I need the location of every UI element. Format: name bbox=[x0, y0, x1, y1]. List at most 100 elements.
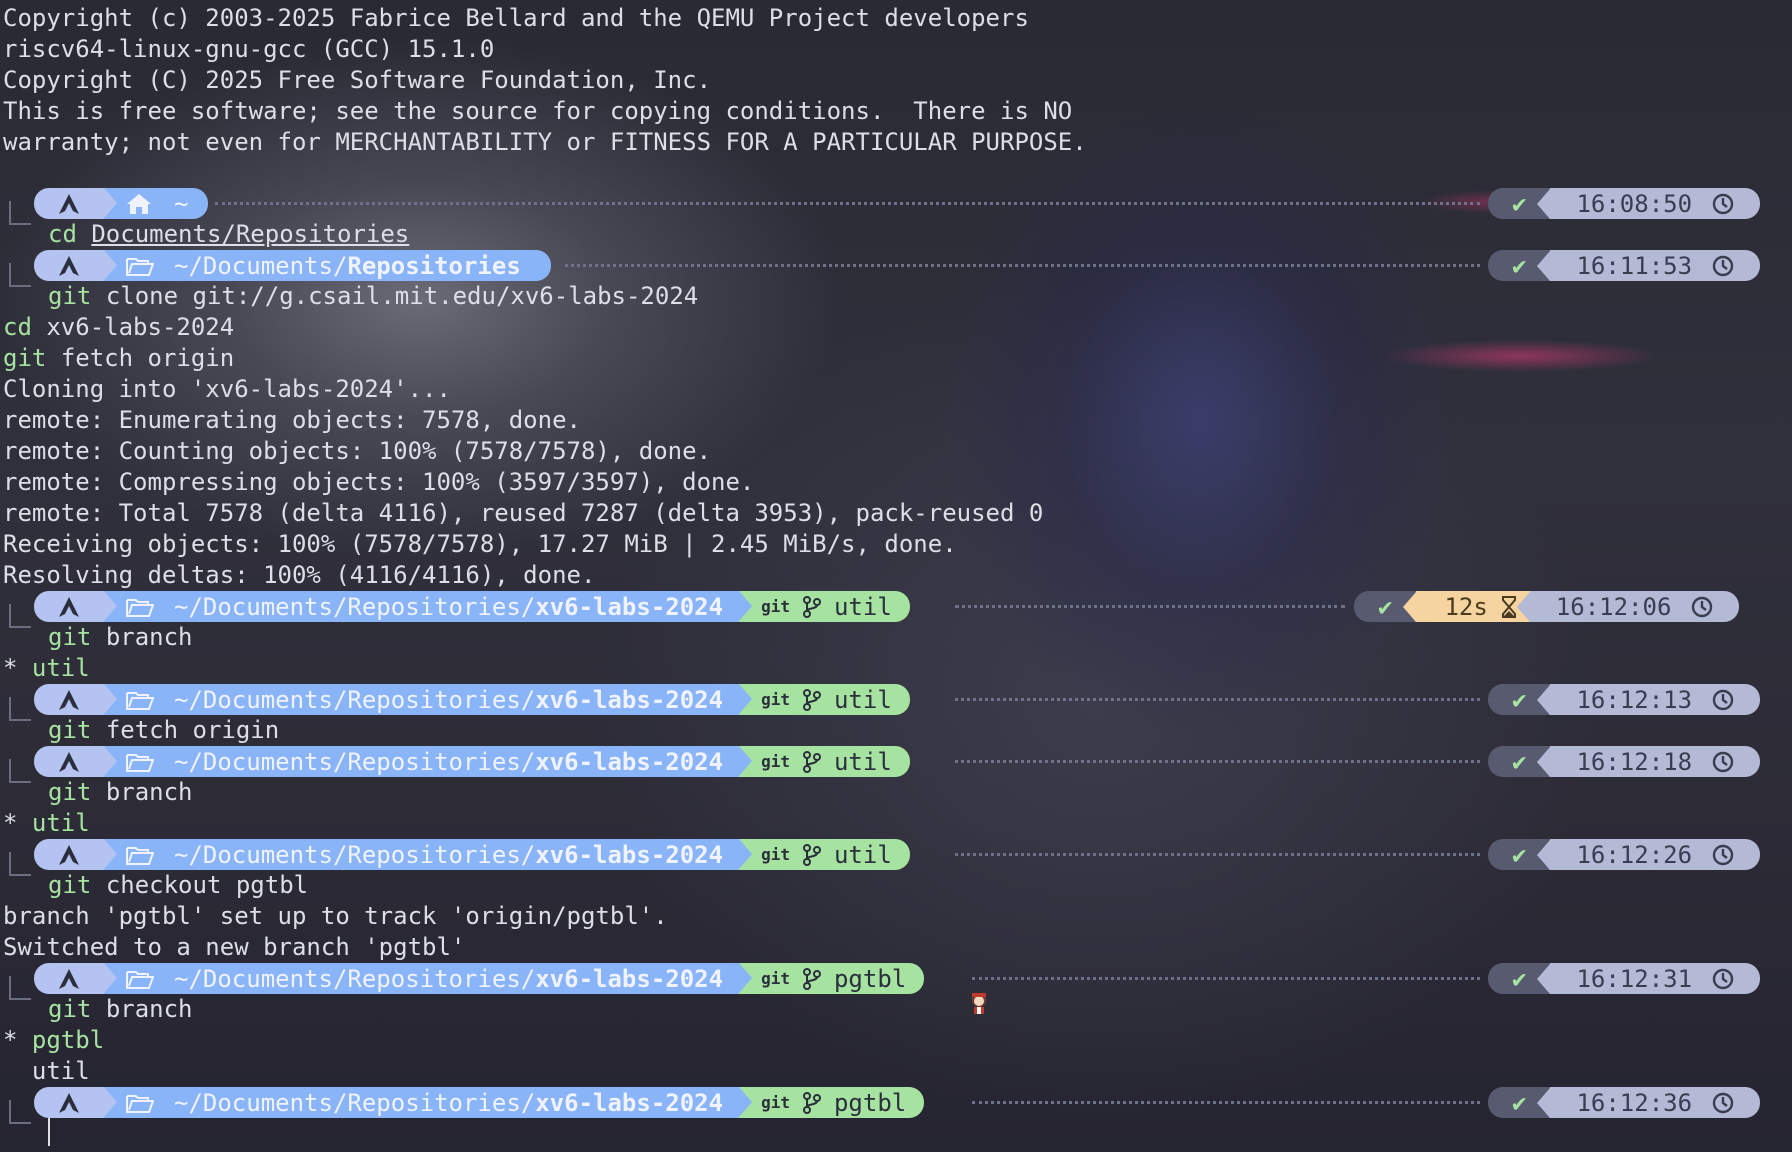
right-prompt: ✔ 12s 16:12:06 bbox=[1354, 591, 1740, 622]
arch-logo-icon bbox=[58, 255, 80, 277]
directory-current: xv6-labs-2024 bbox=[535, 840, 724, 869]
output-line: Copyright (c) 2003-2025 Fabrice Bellard … bbox=[3, 4, 1029, 32]
directory-segment: ~/Documents/Repositories bbox=[104, 250, 551, 281]
git-label: git bbox=[761, 969, 790, 988]
arch-logo-icon bbox=[58, 751, 80, 773]
prompt-filler bbox=[972, 1101, 1480, 1106]
prompt-bar: ~/Documents/Repositories bbox=[34, 250, 551, 281]
timestamp: 16:12:18 bbox=[1576, 747, 1693, 776]
directory-segment: ~/Documents/Repositories/xv6-labs-2024 bbox=[104, 684, 753, 715]
prompt-bar: ~/Documents/Repositories/xv6-labs-2024 g… bbox=[34, 963, 925, 994]
prompt-connector bbox=[9, 201, 31, 225]
command-line: git fetch origin bbox=[3, 344, 235, 372]
output-line: Copyright (C) 2025 Free Software Foundat… bbox=[3, 66, 712, 94]
directory-segment: ~/Documents/Repositories/xv6-labs-2024 bbox=[104, 746, 753, 777]
directory-current: xv6-labs-2024 bbox=[535, 964, 724, 993]
arch-logo-icon bbox=[58, 193, 80, 215]
right-prompt: ✔ 16:12:36 bbox=[1488, 1087, 1761, 1118]
prompt-bar: ~/Documents/Repositories/xv6-labs-2024 g… bbox=[34, 591, 910, 622]
output-line: * util bbox=[3, 654, 90, 682]
command-line: cd xv6-labs-2024 bbox=[3, 313, 235, 341]
directory-segment: ~/Documents/Repositories/xv6-labs-2024 bbox=[104, 839, 753, 870]
output-line: Cloning into 'xv6-labs-2024'... bbox=[3, 375, 451, 403]
directory-current: xv6-labs-2024 bbox=[535, 592, 724, 621]
command-line: cd Documents/Repositories bbox=[48, 220, 410, 248]
prompt-filler bbox=[972, 977, 1480, 982]
clock-icon bbox=[1712, 1092, 1734, 1114]
output-line: * pgtbl bbox=[3, 1026, 105, 1054]
output-line: Receiving objects: 100% (7578/7578), 17.… bbox=[3, 530, 957, 558]
command-line: git branch bbox=[48, 995, 193, 1023]
directory-path: ~/Documents/ bbox=[174, 251, 348, 280]
directory-current: Repositories bbox=[347, 251, 521, 280]
branch-icon bbox=[802, 595, 822, 618]
time-segment: 16:12:31 bbox=[1550, 963, 1761, 994]
directory-segment: ~ bbox=[104, 188, 209, 219]
output-line: remote: Counting objects: 100% (7578/757… bbox=[3, 437, 712, 465]
branch-name: util bbox=[833, 840, 892, 869]
branch-name: util bbox=[833, 747, 892, 776]
git-segment: git pgtbl bbox=[739, 1087, 925, 1118]
folder-icon bbox=[126, 752, 154, 772]
directory-path: ~/Documents/Repositories/ bbox=[174, 685, 536, 714]
time-segment: 16:12:36 bbox=[1550, 1087, 1761, 1118]
duration-segment: 12s bbox=[1416, 591, 1530, 622]
clock-icon bbox=[1712, 689, 1734, 711]
branch-name: util bbox=[833, 592, 892, 621]
right-prompt: ✔ 16:08:50 bbox=[1488, 188, 1761, 219]
git-label: git bbox=[761, 597, 790, 616]
timestamp: 16:12:26 bbox=[1576, 840, 1693, 869]
output-line: remote: Total 7578 (delta 4116), reused … bbox=[3, 499, 1044, 527]
duration: 12s bbox=[1444, 592, 1488, 621]
output-line: * util bbox=[3, 809, 90, 837]
arch-logo-icon bbox=[58, 689, 80, 711]
branch-icon bbox=[802, 967, 822, 990]
clock-icon bbox=[1712, 968, 1734, 990]
prompt-filler bbox=[955, 853, 1480, 858]
command-line: git clone git://g.csail.mit.edu/xv6-labs… bbox=[48, 282, 699, 310]
time-segment: 16:08:50 bbox=[1550, 188, 1761, 219]
prompt-connector bbox=[9, 263, 31, 287]
home-icon bbox=[126, 193, 152, 215]
directory-current: xv6-labs-2024 bbox=[535, 747, 724, 776]
clock-icon bbox=[1712, 255, 1734, 277]
branch-icon bbox=[802, 750, 822, 773]
time-segment: 16:12:18 bbox=[1550, 746, 1761, 777]
directory-segment: ~/Documents/Repositories/xv6-labs-2024 bbox=[104, 963, 753, 994]
timestamp: 16:12:13 bbox=[1576, 685, 1693, 714]
text-cursor[interactable] bbox=[48, 1118, 50, 1146]
output-line: util bbox=[31, 1057, 90, 1085]
folder-icon bbox=[126, 597, 154, 617]
timestamp: 16:12:31 bbox=[1576, 964, 1693, 993]
directory-path: ~/Documents/Repositories/ bbox=[174, 747, 536, 776]
prompt-bar: ~/Documents/Repositories/xv6-labs-2024 g… bbox=[34, 1087, 925, 1118]
terminal-window[interactable]: Copyright (c) 2003-2025 Fabrice Bellard … bbox=[0, 0, 1792, 1152]
git-label: git bbox=[761, 845, 790, 864]
git-label: git bbox=[761, 1093, 790, 1112]
prompt-bar: ~/Documents/Repositories/xv6-labs-2024 g… bbox=[34, 684, 910, 715]
directory-path: ~/Documents/Repositories/ bbox=[174, 1088, 536, 1117]
output-line: remote: Enumerating objects: 7578, done. bbox=[3, 406, 581, 434]
output-line: This is free software; see the source fo… bbox=[3, 97, 1073, 125]
timestamp: 16:08:50 bbox=[1576, 189, 1693, 218]
prompt-connector bbox=[9, 759, 31, 783]
git-segment: git util bbox=[739, 839, 910, 870]
directory-current: xv6-labs-2024 bbox=[535, 685, 724, 714]
prompt-connector bbox=[9, 604, 31, 628]
directory-segment: ~/Documents/Repositories/xv6-labs-2024 bbox=[104, 1087, 753, 1118]
prompt-filler bbox=[955, 760, 1480, 765]
git-segment: git util bbox=[739, 591, 910, 622]
git-segment: git util bbox=[739, 746, 910, 777]
prompt-filler bbox=[955, 605, 1345, 610]
clock-icon bbox=[1712, 844, 1734, 866]
folder-icon bbox=[126, 256, 154, 276]
right-prompt: ✔ 16:12:13 bbox=[1488, 684, 1761, 715]
right-prompt: ✔ 16:12:26 bbox=[1488, 839, 1761, 870]
timestamp: 16:11:53 bbox=[1576, 251, 1693, 280]
prompt-filler bbox=[215, 202, 1480, 207]
time-segment: 16:12:13 bbox=[1550, 684, 1761, 715]
branch-icon bbox=[802, 1091, 822, 1114]
prompt-filler bbox=[955, 698, 1480, 703]
directory-path: ~/Documents/Repositories/ bbox=[174, 592, 536, 621]
directory-path: ~ bbox=[174, 189, 189, 218]
